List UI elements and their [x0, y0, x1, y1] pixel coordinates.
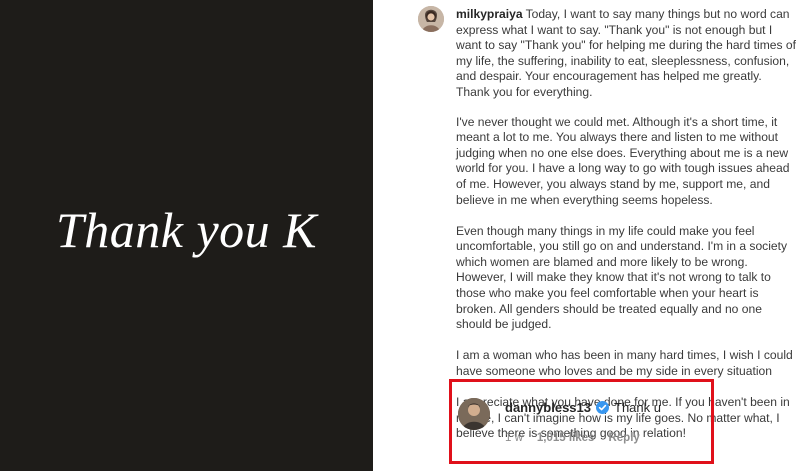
reply-meta: 1 w 1,015 likes Reply — [505, 432, 640, 444]
verified-badge-icon — [596, 401, 609, 414]
caption-paragraph: Even though many things in my life could… — [456, 223, 788, 332]
caption-paragraph: I am a woman who has been in many hard t… — [456, 348, 793, 378]
reply-line: dannybless13 Thank u — [505, 400, 661, 415]
reply-likes[interactable]: 1,015 likes — [537, 432, 595, 444]
reply-text: Thank u — [614, 400, 661, 415]
reply-highlight-box — [449, 379, 714, 464]
reply-age: 1 w — [505, 432, 523, 444]
post-image-text: Thank you K — [55, 201, 318, 258]
avatar-photo-icon — [418, 6, 444, 32]
caption-username[interactable]: milkypraiya — [456, 7, 523, 21]
caption-paragraph: I've never thought we could met. Althoug… — [456, 114, 790, 207]
caption-avatar[interactable] — [418, 6, 444, 32]
reply-button[interactable]: Reply — [608, 432, 639, 444]
avatar-photo-icon — [458, 398, 490, 430]
post-image: Thank you K — [0, 0, 373, 471]
reply-username[interactable]: dannybless13 — [505, 400, 591, 415]
reply-avatar[interactable] — [458, 398, 490, 430]
caption-paragraph: milkypraiya Today, I want to say many thi… — [456, 7, 796, 101]
